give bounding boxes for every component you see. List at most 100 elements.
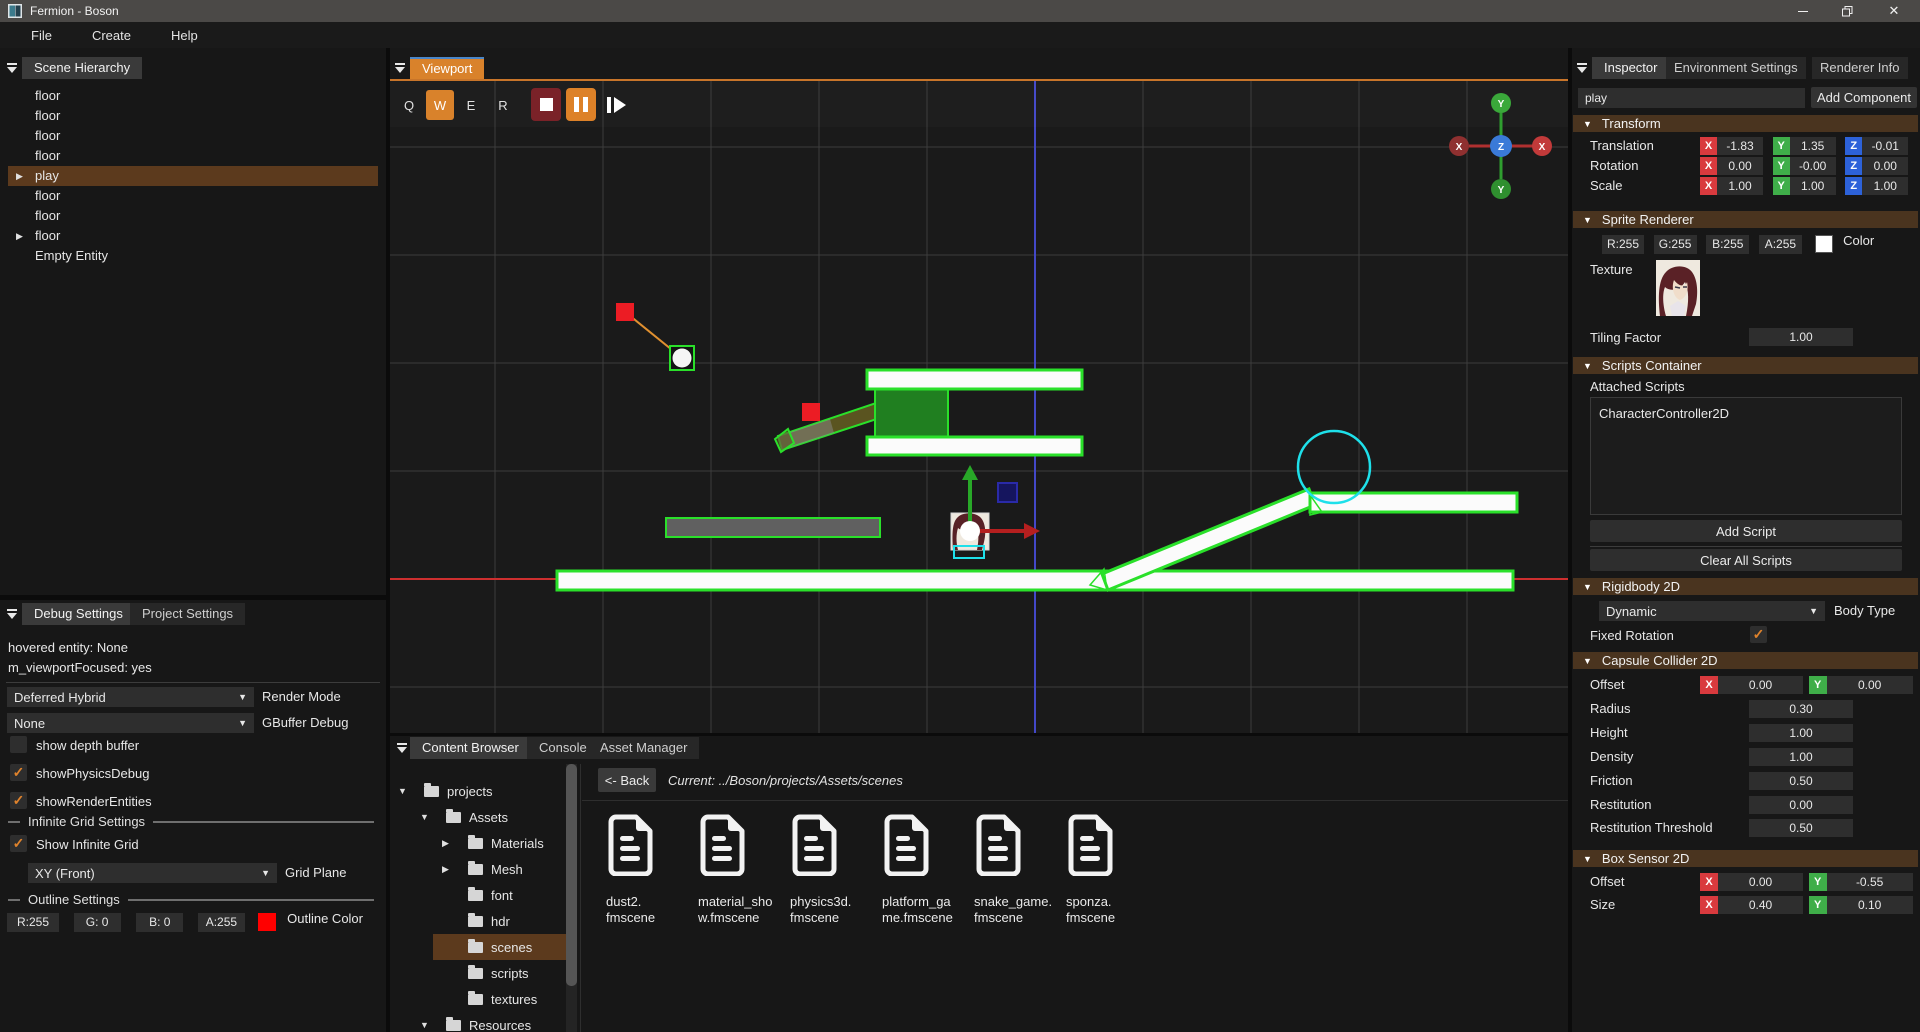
restore-button[interactable]	[1825, 0, 1870, 22]
tab-debug-settings[interactable]: Debug Settings	[22, 603, 135, 625]
outline-g-field[interactable]: G: 0	[74, 913, 121, 932]
beam-anchor-red-square[interactable]	[802, 403, 820, 421]
hierarchy-item[interactable]: floor	[0, 86, 386, 106]
menu-file[interactable]: File	[18, 28, 65, 43]
box-offset-y-field[interactable]: -0.55	[1827, 873, 1913, 891]
fixed-rotation-checkbox[interactable]	[1750, 626, 1767, 643]
expand-arrow-icon[interactable]: ▶	[16, 166, 23, 186]
panel-collapse-icon[interactable]	[1576, 62, 1588, 77]
scale-x-field[interactable]: 1.00	[1717, 177, 1763, 195]
tree-item-assets[interactable]: ▼Assets	[390, 804, 566, 830]
add-component-button[interactable]: Add Component	[1811, 87, 1917, 108]
translation-y-field[interactable]: 1.35	[1790, 137, 1836, 155]
hierarchy-item[interactable]: floor	[0, 206, 386, 226]
entity-name-input[interactable]: play	[1578, 88, 1805, 108]
clear-all-scripts-button[interactable]: Clear All Scripts	[1590, 549, 1902, 571]
render-mode-dropdown[interactable]: Deferred Hybrid	[7, 687, 254, 707]
platform-top[interactable]	[867, 370, 1082, 389]
blue-square-entity[interactable]	[998, 483, 1017, 502]
show-render-entities-checkbox[interactable]	[10, 792, 27, 809]
file-item[interactable]: physics3d.fmscene	[790, 814, 880, 926]
texture-thumbnail[interactable]	[1656, 260, 1700, 316]
tiling-factor-field[interactable]: 1.00	[1749, 328, 1853, 346]
tool-e-button[interactable]: E	[458, 90, 484, 120]
show-infinite-grid-checkbox[interactable]	[10, 835, 27, 852]
grid-plane-dropdown[interactable]: XY (Front)	[28, 863, 277, 883]
hierarchy-item[interactable]: floor	[0, 186, 386, 206]
sprite-color-swatch[interactable]	[1815, 235, 1833, 253]
joint-anchor-red-square[interactable]	[616, 303, 634, 321]
tree-scrollbar-thumb[interactable]	[566, 764, 577, 986]
tab-project-settings[interactable]: Project Settings	[130, 603, 245, 625]
panel-collapse-icon[interactable]	[396, 742, 408, 757]
platform-grey[interactable]	[666, 518, 880, 537]
platform-mid[interactable]	[867, 437, 1082, 455]
minimize-button[interactable]	[1780, 0, 1825, 22]
expand-arrow-icon[interactable]: ▶	[16, 226, 23, 246]
tool-w-button[interactable]: W	[426, 90, 454, 120]
outline-b-field[interactable]: B: 0	[136, 913, 183, 932]
sprite-r-field[interactable]: R:255	[1602, 235, 1644, 254]
rotation-z-field[interactable]: 0.00	[1862, 157, 1908, 175]
viewport-background[interactable]	[390, 81, 1568, 733]
attached-scripts-list[interactable]: CharacterController2D	[1590, 397, 1902, 515]
close-button[interactable]: ✕	[1868, 0, 1920, 22]
green-block-entity[interactable]	[875, 389, 948, 437]
tab-renderer-info[interactable]: Renderer Info	[1812, 57, 1908, 79]
sprite-renderer-header[interactable]: ▼Sprite Renderer	[1573, 211, 1918, 228]
hierarchy-item[interactable]: floor	[0, 106, 386, 126]
title-bar[interactable]: Fermion - Boson ✕	[0, 0, 1920, 22]
file-item[interactable]: snake_game.fmscene	[974, 814, 1064, 926]
translation-z-field[interactable]: -0.01	[1862, 137, 1908, 155]
tree-scrollbar-track[interactable]	[566, 764, 577, 1032]
density-field[interactable]: 1.00	[1749, 748, 1853, 766]
sprite-b-field[interactable]: B:255	[1706, 235, 1749, 254]
tab-viewport[interactable]: Viewport	[410, 57, 484, 79]
tab-asset-manager[interactable]: Asset Manager	[588, 737, 699, 759]
tree-item-scenes-selected[interactable]: scenes	[433, 934, 566, 960]
panel-collapse-icon[interactable]	[6, 62, 18, 77]
menu-help[interactable]: Help	[158, 28, 211, 43]
tab-environment-settings[interactable]: Environment Settings	[1666, 57, 1806, 79]
hierarchy-item[interactable]: Empty Entity	[0, 246, 386, 266]
sprite-a-field[interactable]: A:255	[1759, 235, 1802, 254]
file-item[interactable]: material_show.fmscene	[698, 814, 788, 926]
tool-q-button[interactable]: Q	[396, 90, 422, 120]
outline-color-swatch[interactable]	[258, 913, 276, 931]
box-size-x-field[interactable]: 0.40	[1718, 896, 1803, 914]
box-offset-x-field[interactable]: 0.00	[1718, 873, 1803, 891]
platform-ground[interactable]	[557, 571, 1513, 590]
add-script-button[interactable]: Add Script	[1590, 520, 1902, 542]
hierarchy-item[interactable]: floor	[0, 126, 386, 146]
scale-y-field[interactable]: 1.00	[1790, 177, 1836, 195]
show-depth-buffer-checkbox[interactable]	[10, 736, 27, 753]
tree-item-resources[interactable]: ▼Resources	[390, 1012, 566, 1032]
tree-item-materials[interactable]: ▶Materials	[390, 830, 566, 856]
scripts-container-header[interactable]: ▼Scripts Container	[1573, 357, 1918, 374]
tab-content-browser[interactable]: Content Browser	[410, 737, 531, 759]
tree-item-mesh[interactable]: ▶Mesh	[390, 856, 566, 882]
outline-r-field[interactable]: R:255	[7, 913, 59, 932]
rotation-y-field[interactable]: -0.00	[1790, 157, 1836, 175]
expand-arrow-icon[interactable]: ▶	[442, 864, 458, 875]
stop-button[interactable]	[531, 88, 561, 121]
capsule-offset-y-field[interactable]: 0.00	[1827, 676, 1913, 694]
panel-collapse-icon[interactable]	[6, 608, 18, 623]
restitution-field[interactable]: 0.00	[1749, 796, 1853, 814]
tool-r-button[interactable]: R	[490, 90, 516, 120]
tab-scene-hierarchy[interactable]: Scene Hierarchy	[22, 57, 142, 79]
file-item[interactable]: sponza.fmscene	[1066, 814, 1156, 926]
hierarchy-item-selected[interactable]: ▶play	[8, 166, 378, 186]
restitution-threshold-field[interactable]: 0.50	[1749, 819, 1853, 837]
capsule-collider-header[interactable]: ▼Capsule Collider 2D	[1573, 652, 1918, 669]
tree-item-projects[interactable]: ▼projects	[390, 778, 566, 804]
box-sensor-header[interactable]: ▼Box Sensor 2D	[1573, 850, 1918, 867]
sprite-g-field[interactable]: G:255	[1654, 235, 1697, 254]
menu-create[interactable]: Create	[79, 28, 144, 43]
rotation-x-field[interactable]: 0.00	[1717, 157, 1763, 175]
friction-field[interactable]: 0.50	[1749, 772, 1853, 790]
height-field[interactable]: 1.00	[1749, 724, 1853, 742]
tree-item-scripts[interactable]: scripts	[390, 960, 566, 986]
back-button[interactable]: <- Back	[598, 768, 656, 792]
pause-button[interactable]	[566, 88, 596, 121]
